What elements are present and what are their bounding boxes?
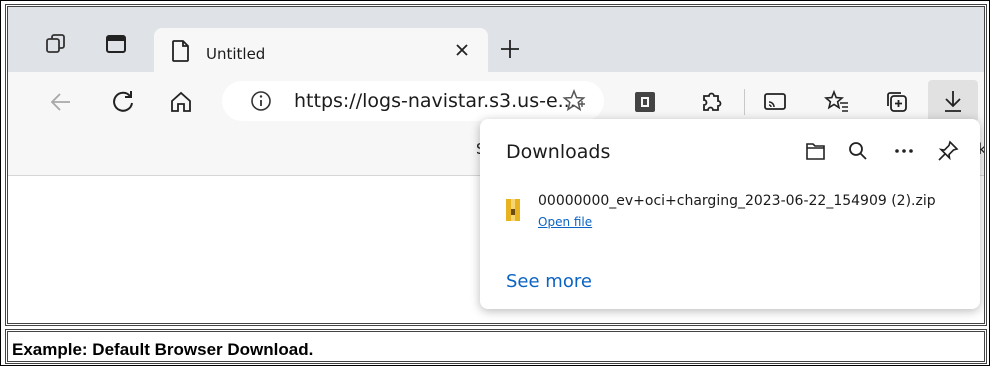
tab-untitled[interactable]: Untitled (154, 28, 488, 72)
refresh-icon[interactable] (110, 89, 136, 115)
reading-view-icon[interactable] (632, 89, 658, 115)
downloads-button[interactable] (928, 80, 978, 122)
figure-caption: Example: Default Browser Download. (12, 340, 314, 359)
open-folder-icon[interactable] (804, 139, 828, 163)
download-icon (940, 88, 966, 114)
address-bar[interactable]: https://logs-navistar.s3.us-e... (222, 81, 604, 121)
downloads-flyout: Downloads 00000000_ev+oci+charging_2023-… (480, 119, 980, 309)
tab-actions-icon[interactable] (104, 32, 128, 56)
open-file-link[interactable]: Open file (538, 215, 592, 229)
new-tab-icon[interactable] (498, 37, 522, 61)
back-icon[interactable] (48, 89, 74, 115)
caption-row: Example: Default Browser Download. (5, 329, 987, 364)
favorites-icon[interactable] (824, 89, 850, 115)
browser-screenshot: Untitled https://logs-navistar.s3.us-e..… (5, 4, 987, 326)
toolbar-divider (744, 89, 745, 115)
downloads-title: Downloads (506, 141, 611, 163)
more-options-icon[interactable] (892, 139, 916, 163)
cast-icon[interactable] (762, 89, 788, 115)
see-more-link[interactable]: See more (506, 271, 592, 292)
search-icon[interactable] (846, 139, 870, 163)
download-filename: 00000000_ev+oci+charging_2023-06-22_1549… (538, 193, 936, 209)
page-icon (172, 40, 190, 62)
workspaces-icon[interactable] (44, 32, 68, 56)
close-icon[interactable] (450, 38, 474, 62)
extensions-icon[interactable] (698, 89, 724, 115)
tab-title: Untitled (206, 45, 266, 63)
home-icon[interactable] (168, 89, 194, 115)
zip-folder-icon (506, 199, 520, 221)
url-text: https://logs-navistar.s3.us-e... (294, 90, 576, 112)
info-icon[interactable] (250, 90, 272, 112)
collections-icon[interactable] (884, 89, 910, 115)
pin-icon[interactable] (936, 139, 960, 163)
document-frame: Untitled https://logs-navistar.s3.us-e..… (0, 0, 990, 366)
add-favorite-icon[interactable] (562, 89, 586, 113)
tab-strip: Untitled (8, 7, 984, 72)
